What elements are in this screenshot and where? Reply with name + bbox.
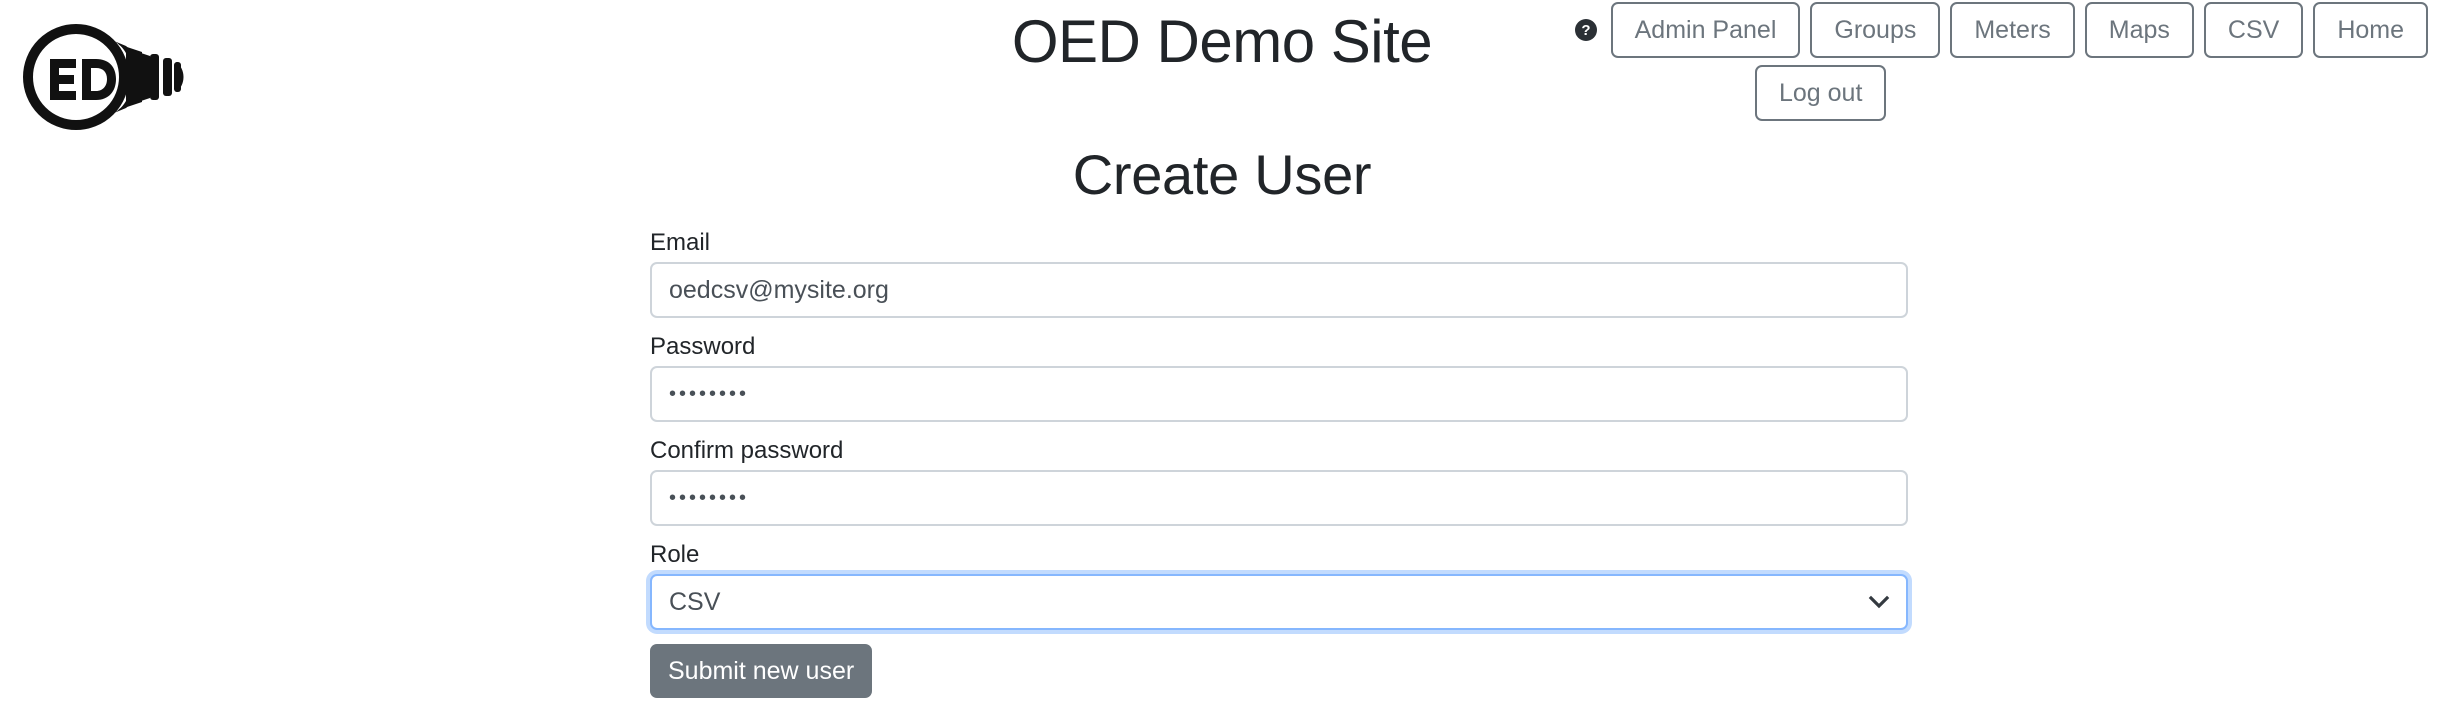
- nav-groups[interactable]: Groups: [1810, 2, 1941, 58]
- nav-meters[interactable]: Meters: [1950, 2, 2075, 58]
- confirm-password-group: Confirm password: [650, 436, 1910, 526]
- logout-wrap: Log out: [1728, 65, 2428, 121]
- nav-admin-panel[interactable]: Admin Panel: [1610, 2, 1801, 58]
- logout-button[interactable]: Log out: [1755, 65, 1887, 121]
- create-user-form: Email Password Confirm password Role CSV…: [650, 228, 1910, 698]
- password-label: Password: [650, 333, 756, 360]
- page-title: Create User: [1072, 143, 1372, 206]
- email-label: Email: [650, 229, 711, 256]
- nav-csv[interactable]: CSV: [2203, 2, 2304, 58]
- chevron-down-icon: [1868, 591, 1890, 613]
- nav-home[interactable]: Home: [2313, 2, 2428, 58]
- page-header: OED Demo Site ? Admin Panel Groups Meter…: [0, 0, 2444, 150]
- nav-secondary-row: Log out: [1728, 65, 2428, 121]
- password-input[interactable]: [650, 366, 1908, 422]
- email-group: Email: [650, 228, 1910, 318]
- role-select[interactable]: CSV: [650, 574, 1908, 630]
- role-group: Role CSV: [650, 540, 1910, 630]
- svg-text:?: ?: [1581, 22, 1590, 39]
- password-group: Password: [650, 332, 1910, 422]
- header-nav: ? Admin Panel Groups Meters Maps CSV Hom…: [1574, 2, 2428, 121]
- nav-primary-row: ? Admin Panel Groups Meters Maps CSV Hom…: [1574, 2, 2428, 58]
- help-circle-icon[interactable]: ?: [1574, 18, 1598, 42]
- role-label: Role: [650, 541, 700, 568]
- nav-maps[interactable]: Maps: [2084, 2, 2194, 58]
- confirm-password-input[interactable]: [650, 470, 1908, 526]
- role-selected-value: CSV: [669, 587, 721, 616]
- confirm-password-label: Confirm password: [650, 437, 844, 464]
- email-input[interactable]: [650, 262, 1908, 318]
- submit-new-user-button[interactable]: Submit new user: [650, 644, 873, 698]
